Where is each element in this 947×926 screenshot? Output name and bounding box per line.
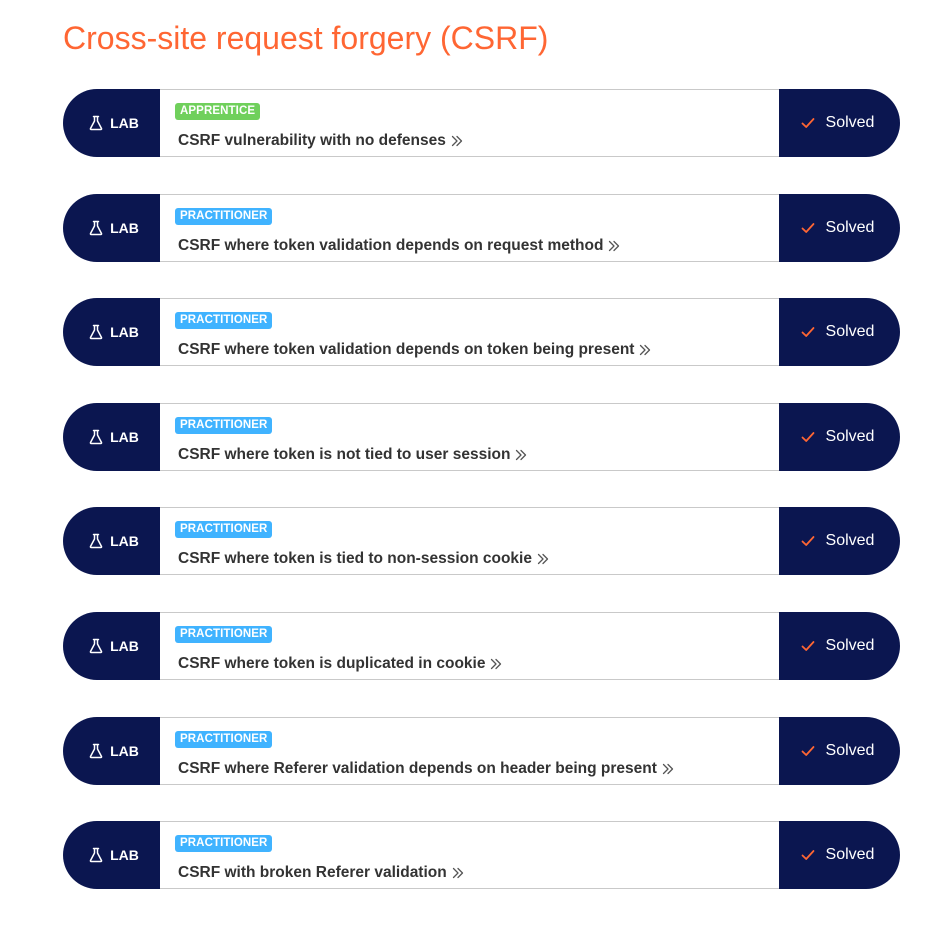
double-chevron-right-icon (451, 135, 463, 147)
lab-row: LAB PRACTITIONER CSRF where token is tie… (63, 507, 900, 576)
lab-body: PRACTITIONER CSRF where token is duplica… (160, 611, 779, 680)
check-icon (801, 848, 815, 862)
flask-icon (88, 638, 104, 654)
lab-body: PRACTITIONER CSRF where token is not tie… (160, 402, 779, 471)
double-chevron-right-icon (452, 867, 464, 879)
level-badge: PRACTITIONER (175, 207, 273, 225)
lab-type-badge: LAB (63, 89, 160, 157)
status-label: Solved (825, 532, 875, 550)
flask-icon (88, 220, 104, 236)
lab-title: CSRF where token validation depends on t… (178, 341, 635, 359)
lab-type-badge: LAB (63, 821, 160, 890)
lab-type-label: LAB (110, 115, 139, 131)
lab-row: LAB PRACTITIONER CSRF where token valida… (63, 298, 900, 367)
lab-type-label: LAB (110, 637, 139, 654)
check-icon (801, 221, 815, 235)
lab-title-link[interactable]: CSRF vulnerability with no defenses (178, 132, 463, 150)
lab-title-link[interactable]: CSRF where token is tied to non-session … (178, 550, 549, 568)
lab-title-link[interactable]: CSRF where token validation depends on t… (178, 341, 651, 359)
lab-list: LAB APPRENTICE CSRF vulnerability with n… (63, 89, 900, 926)
status-pill: Solved (779, 716, 900, 785)
lab-type-badge: LAB (63, 193, 160, 262)
lab-title: CSRF where token is tied to non-session … (178, 550, 532, 568)
status-pill: Solved (779, 821, 900, 890)
lab-body: APPRENTICE CSRF vulnerability with no de… (160, 89, 779, 157)
lab-type-badge: LAB (63, 402, 160, 471)
flask-icon (88, 429, 104, 445)
status-label: Solved (825, 636, 875, 654)
lab-type-label: LAB (110, 324, 139, 341)
level-badge: PRACTITIONER (175, 625, 273, 643)
lab-body: PRACTITIONER CSRF with broken Referer va… (160, 821, 779, 890)
lab-type-badge: LAB (63, 507, 160, 576)
check-icon (801, 430, 815, 444)
lab-body: PRACTITIONER CSRF where token validation… (160, 298, 779, 367)
lab-row: LAB PRACTITIONER CSRF where token is dup… (63, 611, 900, 680)
status-label: Solved (825, 427, 875, 445)
status-pill: Solved (779, 193, 900, 262)
lab-row: LAB PRACTITIONER CSRF where token is not… (63, 402, 900, 471)
lab-row: LAB PRACTITIONER CSRF where token valida… (63, 193, 900, 262)
level-badge: PRACTITIONER (175, 416, 273, 434)
page-title: Cross-site request forgery (CSRF) (63, 20, 549, 56)
level-badge: APPRENTICE (175, 103, 261, 120)
flask-icon (88, 847, 104, 863)
level-badge: PRACTITIONER (175, 521, 273, 539)
status-label: Solved (825, 323, 875, 341)
double-chevron-right-icon (608, 240, 620, 252)
lab-title-link[interactable]: CSRF where Referer validation depends on… (178, 760, 674, 778)
status-label: Solved (825, 114, 875, 131)
lab-row: LAB APPRENTICE CSRF vulnerability with n… (63, 89, 900, 157)
lab-type-badge: LAB (63, 716, 160, 785)
status-pill: Solved (779, 89, 900, 157)
double-chevron-right-icon (537, 553, 549, 565)
lab-body: PRACTITIONER CSRF where token validation… (160, 193, 779, 262)
check-icon (801, 639, 815, 653)
double-chevron-right-icon (490, 658, 502, 670)
lab-title: CSRF vulnerability with no defenses (178, 132, 446, 149)
double-chevron-right-icon (639, 344, 651, 356)
lab-row: LAB PRACTITIONER CSRF where Referer vali… (63, 716, 900, 785)
lab-type-label: LAB (110, 847, 139, 864)
lab-type-label: LAB (110, 428, 139, 445)
flask-icon (88, 533, 104, 549)
lab-type-label: LAB (110, 533, 139, 550)
double-chevron-right-icon (662, 763, 674, 775)
lab-title: CSRF where Referer validation depends on… (178, 759, 657, 777)
lab-title: CSRF where token is not tied to user ses… (178, 445, 511, 463)
level-badge: PRACTITIONER (175, 835, 273, 853)
check-icon (801, 534, 815, 548)
lab-title: CSRF with broken Referer validation (178, 864, 447, 882)
lab-title-link[interactable]: CSRF where token validation depends on r… (178, 237, 620, 255)
lab-type-badge: LAB (63, 611, 160, 680)
level-badge: PRACTITIONER (175, 730, 273, 748)
flask-icon (88, 324, 104, 340)
status-pill: Solved (779, 507, 900, 576)
lab-type-label: LAB (110, 742, 139, 759)
status-label: Solved (825, 218, 875, 236)
lab-title-link[interactable]: CSRF with broken Referer validation (178, 864, 464, 882)
lab-title-link[interactable]: CSRF where token is not tied to user ses… (178, 446, 527, 464)
level-badge: PRACTITIONER (175, 312, 273, 330)
lab-type-badge: LAB (63, 298, 160, 367)
status-label: Solved (825, 741, 875, 759)
check-icon (801, 325, 815, 339)
lab-title: CSRF where token validation depends on r… (178, 236, 604, 254)
status-pill: Solved (779, 402, 900, 471)
lab-row: LAB PRACTITIONER CSRF with broken Refere… (63, 821, 900, 890)
double-chevron-right-icon (515, 449, 527, 461)
check-icon (801, 744, 815, 758)
lab-type-label: LAB (110, 219, 139, 236)
lab-body: PRACTITIONER CSRF where Referer validati… (160, 716, 779, 785)
lab-title: CSRF where token is duplicated in cookie (178, 654, 486, 672)
flask-icon (88, 743, 104, 759)
status-label: Solved (825, 846, 875, 864)
status-pill: Solved (779, 298, 900, 367)
lab-title-link[interactable]: CSRF where token is duplicated in cookie (178, 655, 502, 673)
status-pill: Solved (779, 611, 900, 680)
check-icon (801, 116, 815, 130)
flask-icon (88, 115, 104, 131)
lab-body: PRACTITIONER CSRF where token is tied to… (160, 507, 779, 576)
